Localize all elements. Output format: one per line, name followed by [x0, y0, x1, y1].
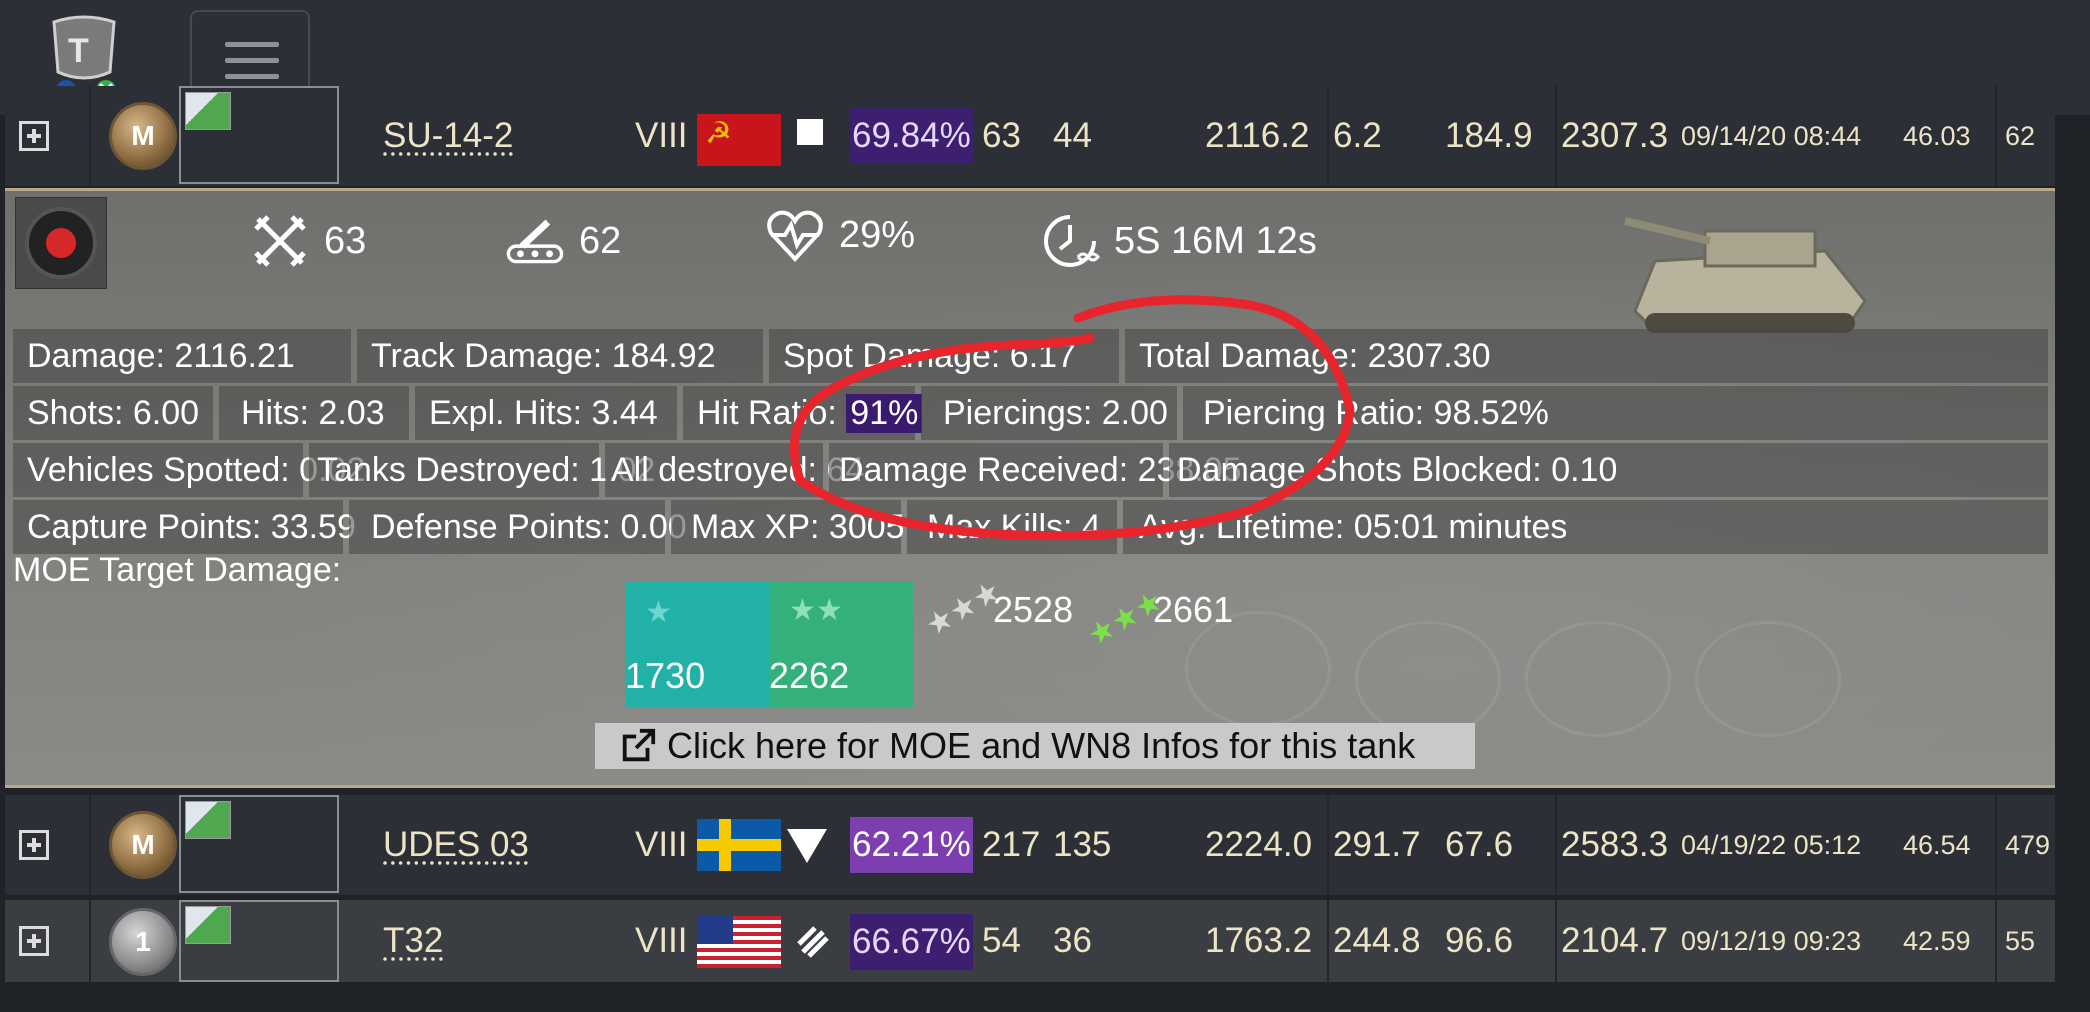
stat-hit-ratio: Hit Ratio: 91% [683, 386, 923, 440]
battles: 54 [982, 921, 1021, 960]
tank-name-link[interactable]: T32 [383, 900, 443, 982]
usa-flag-icon [697, 916, 781, 968]
stat-expl-hits: Expl. Hits: 3.44 [415, 386, 677, 440]
table-row[interactable]: M UDES 03 VIII 62.21% 217 135 2224.0 291… [5, 795, 2055, 895]
stat-damage: Damage: 2116.21 [13, 329, 351, 383]
moe-hundred-percent: 2661 [1153, 589, 1234, 630]
moe-three-marks: 2528 [993, 589, 1074, 630]
external-link-icon [622, 728, 656, 762]
stat-max-kills: Max Kills: 4 [907, 500, 1117, 554]
wins: 36 [1053, 921, 1092, 960]
avg-track: 96.6 [1445, 921, 1514, 960]
svg-text:T: T [68, 32, 89, 70]
expand-icon[interactable] [19, 121, 49, 151]
table-row[interactable]: M SU-14-2 VIII 69.84% 63 44 2116.2 6.2 1… [5, 86, 2055, 186]
spotted-stat: 62 [505, 211, 621, 271]
moe-label: MOE Target Damage: [13, 551, 342, 589]
playtime-stat: 5S 16M 12s [1040, 211, 1317, 271]
winrate-badge: 66.67% [850, 914, 973, 970]
tank-thumbnail [179, 86, 339, 184]
col-b: 479 [2005, 829, 2051, 860]
clock-infinity-icon [1044, 215, 1100, 267]
winrate-badge: 69.84% [850, 108, 973, 164]
avg-damage: 1763.2 [1205, 921, 1313, 960]
stat-capture-points: Capture Points: 33.59 [13, 500, 356, 554]
mastery-badge-icon: 1 [109, 908, 177, 976]
avg-spot: 244.8 [1333, 921, 1421, 960]
avg-damage: 2116.2 [1205, 116, 1310, 155]
stat-tanks-destroyed: Tanks Destroyed: 1.02 [309, 443, 655, 497]
tier: VIII [635, 921, 688, 960]
two-stars-icon: ★★ [789, 594, 843, 627]
stat-spot-damage: Spot Damage: 6.17 [769, 329, 1119, 383]
star-icon: ★ [645, 596, 672, 629]
tier: VIII [635, 116, 688, 155]
heavy-tank-icon [795, 924, 829, 958]
moe-two-marks: ★★ 2262 [769, 581, 913, 707]
wins: 44 [1053, 116, 1092, 155]
col-a: 46.03 [1903, 120, 1971, 151]
table-row[interactable]: 1 T32 VIII 66.67% 54 36 1763.2 244.8 96.… [5, 900, 2055, 982]
stat-hits: Hits: 2.03 [219, 386, 409, 440]
avg-track: 67.6 [1445, 825, 1514, 864]
battles: 217 [982, 825, 1041, 864]
stat-vehicles-spotted: Vehicles Spotted: 0.02 [13, 443, 365, 497]
sweden-flag-icon [697, 819, 781, 871]
last-played: 09/12/19 09:23 [1681, 925, 1862, 956]
avg-spot: 291.7 [1333, 825, 1421, 864]
stat-piercings: Piercings: 2.00 [921, 386, 1177, 440]
col-b: 62 [2005, 120, 2036, 151]
col-a: 42.59 [1903, 925, 1971, 956]
moe-wn8-info-link[interactable]: Click here for MOE and WN8 Infos for thi… [595, 723, 1475, 769]
total-damage: 2307.3 [1561, 116, 1669, 155]
stat-all-destroyed: All destroyed: 64 [605, 443, 864, 497]
stat-avg-lifetime: Avg. Lifetime: 05:01 minutes [1123, 500, 2048, 554]
survival-stat: 29% [765, 205, 915, 265]
stat-defense-points: Defense Points: 0.00 [349, 500, 687, 554]
avg-track: 184.9 [1445, 116, 1533, 155]
hit-ratio-value: 91% [846, 393, 923, 433]
mastery-badge-icon: M [109, 811, 177, 879]
tank-image [1624, 217, 1867, 333]
col-b: 55 [2005, 925, 2036, 956]
td-triangle-icon [787, 829, 827, 863]
winrate-badge: 62.21% [850, 817, 973, 873]
tank-thumbnail [179, 795, 339, 893]
wins: 135 [1053, 825, 1112, 864]
stat-piercing-ratio: Piercing Ratio: 98.52% [1183, 386, 2048, 440]
stat-shots: Shots: 6.00 [13, 386, 213, 440]
stat-damage-received: Damage Received: 238.05 [829, 443, 1242, 497]
artillery-icon [506, 219, 564, 264]
tank-detail-panel: 63 62 29% 5S 16M 12s Damage: 2116.21 Tra… [5, 188, 2055, 788]
last-played: 04/19/22 05:12 [1681, 829, 1862, 860]
total-damage: 2104.7 [1561, 921, 1669, 960]
crossed-swords-icon [254, 215, 306, 267]
stat-damage-shots-blocked: Damage Shots Blocked: 0.10 [1169, 443, 2048, 497]
kills-stat: 63 [250, 211, 366, 271]
tank-name-link[interactable]: UDES 03 [383, 795, 529, 895]
tier: VIII [635, 825, 688, 864]
tank-name-link[interactable]: SU-14-2 [383, 86, 513, 186]
col-a: 46.54 [1903, 829, 1971, 860]
moe-one-mark: ★ 1730 [625, 581, 769, 707]
heartbeat-icon [767, 210, 823, 262]
total-damage: 2583.3 [1561, 825, 1669, 864]
stat-max-xp: Max XP: 3005 [671, 500, 905, 554]
battles: 63 [982, 116, 1021, 155]
bottom-strip [0, 982, 2090, 1012]
avg-spot: 6.2 [1333, 116, 1382, 155]
stat-track-damage: Track Damage: 184.92 [357, 329, 763, 383]
last-played: 09/14/20 08:44 [1681, 120, 1862, 151]
expand-icon[interactable] [19, 926, 49, 956]
stat-total-damage: Total Damage: 2307.30 [1125, 329, 2048, 383]
spg-square-icon [797, 119, 823, 145]
ussr-flag-icon [697, 114, 781, 166]
expand-icon[interactable] [19, 830, 49, 860]
avg-damage: 2224.0 [1205, 825, 1313, 864]
nation-emblem-icon [15, 197, 107, 289]
mastery-badge-icon: M [109, 102, 177, 170]
tank-thumbnail [179, 900, 339, 982]
